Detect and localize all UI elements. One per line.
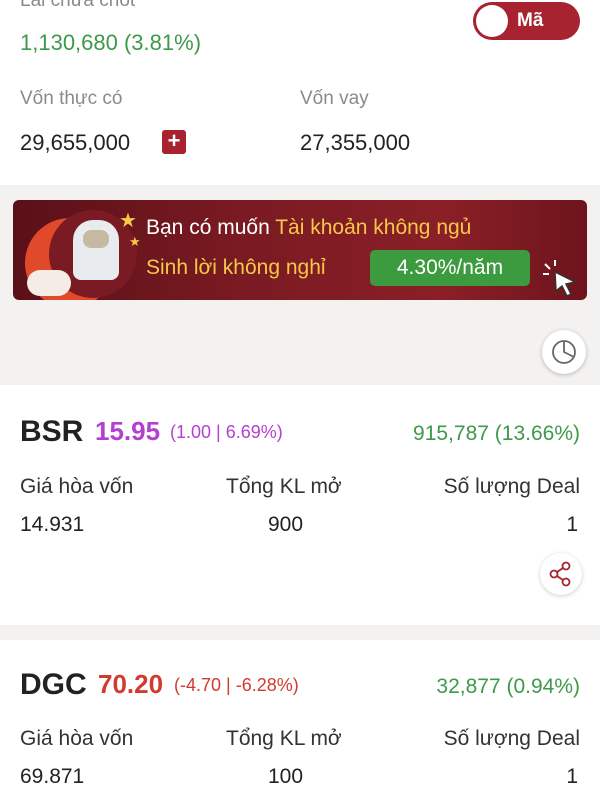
star-icon: ★ bbox=[119, 210, 137, 232]
breakeven-price-value: 69.871 bbox=[20, 765, 85, 788]
own-capital-value: 29,655,000 bbox=[20, 130, 131, 155]
profit-loss: 32,877 (0.94%) bbox=[436, 675, 580, 698]
position-card[interactable]: DGC 70.20 (-4.70 | -6.28%) 32,877 (0.94%… bbox=[0, 640, 600, 800]
unrealized-pl-label: Lãi chưa chốt bbox=[20, 0, 136, 11]
promo-banner[interactable]: ★ ★ Bạn có muốn Tài khoản không ngủ Sinh… bbox=[13, 200, 587, 300]
open-volume-label: Tổng KL mở bbox=[226, 727, 342, 750]
toggle-label: Mã bbox=[517, 10, 544, 31]
allocation-chart-button[interactable] bbox=[542, 330, 586, 374]
loan-label: Vốn vay bbox=[300, 88, 369, 109]
stock-symbol: BSR bbox=[20, 415, 84, 448]
deal-count-label: Số lượng Deal bbox=[443, 475, 580, 498]
profit-loss: 915,787 (13.66%) bbox=[413, 422, 580, 445]
promo-line1: Bạn có muốn Tài khoản không ngủ bbox=[146, 216, 471, 240]
price-change: (1.00 | 6.69%) bbox=[170, 422, 283, 442]
price-change: (-4.70 | -6.28%) bbox=[174, 675, 299, 695]
deal-count-value: 1 bbox=[566, 513, 578, 536]
stock-price: 70.20 bbox=[98, 669, 164, 699]
deal-count-value: 1 bbox=[566, 765, 578, 788]
astronaut-face bbox=[83, 230, 109, 248]
share-button[interactable] bbox=[540, 553, 582, 595]
add-capital-button[interactable]: + bbox=[162, 130, 186, 154]
promo-line1-highlight: Tài khoản không ngủ bbox=[275, 216, 472, 239]
stock-symbol: DGC bbox=[20, 668, 87, 701]
symbol-toggle[interactable]: Mã bbox=[473, 2, 580, 40]
position-card[interactable]: BSR 15.95 (1.00 | 6.69%) 915,787 (13.66%… bbox=[0, 385, 600, 625]
deal-count-label: Số lượng Deal bbox=[443, 727, 580, 750]
open-volume-label: Tổng KL mở bbox=[226, 475, 342, 498]
promo-line2: Sinh lời không nghỉ bbox=[146, 256, 326, 279]
star-icon: ★ bbox=[129, 234, 141, 249]
cursor-icon bbox=[543, 260, 578, 298]
cloud-graphic bbox=[27, 270, 71, 296]
promo-rate-badge[interactable]: 4.30%/năm bbox=[370, 250, 530, 286]
pie-chart-icon bbox=[552, 340, 576, 364]
breakeven-price-value: 14.931 bbox=[20, 513, 85, 536]
astronaut-graphic bbox=[73, 220, 119, 280]
breakeven-price-label: Giá hòa vốn bbox=[20, 475, 134, 498]
loan-value: 27,355,000 bbox=[300, 130, 411, 155]
breakeven-price-label: Giá hòa vốn bbox=[20, 727, 134, 750]
promo-line1-prefix: Bạn có muốn bbox=[146, 216, 276, 239]
share-icon bbox=[549, 561, 571, 587]
toggle-knob bbox=[476, 5, 508, 37]
own-capital-label: Vốn thực có bbox=[20, 88, 123, 109]
open-volume-value: 100 bbox=[268, 765, 304, 788]
stock-price: 15.95 bbox=[95, 416, 161, 446]
unrealized-pl-value: 1,130,680 (3.81%) bbox=[20, 30, 202, 55]
account-summary: Lãi chưa chốt 1,130,680 (3.81%) Mã Vốn t… bbox=[0, 0, 600, 185]
open-volume-value: 900 bbox=[268, 513, 304, 536]
